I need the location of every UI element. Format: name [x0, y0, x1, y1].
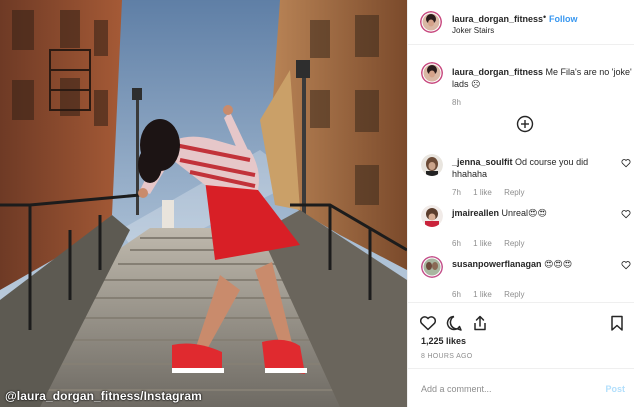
- comment-username[interactable]: _jenna_soulfit: [452, 157, 513, 167]
- author-username[interactable]: laura_dorgan_fitness: [452, 14, 543, 24]
- comment-username[interactable]: susanpowerflanagan: [452, 259, 542, 269]
- post-comment-button[interactable]: Post: [605, 384, 625, 394]
- heart-icon[interactable]: [621, 260, 631, 270]
- plus-circle-icon: [516, 115, 534, 133]
- comment-time: 6h: [452, 239, 461, 248]
- commenter-avatar[interactable]: [421, 154, 443, 176]
- separator-dot: •: [543, 12, 547, 22]
- comment-time: 7h: [452, 188, 461, 197]
- comment-meta: 6h 1 like Reply: [452, 290, 535, 299]
- share-icon[interactable]: [471, 314, 489, 332]
- post-image: [0, 0, 407, 407]
- comment-likes[interactable]: 1 like: [473, 290, 492, 299]
- comment-text: Unreal😍😍: [501, 208, 547, 218]
- caption-time: 8h: [452, 98, 461, 107]
- like-heart-icon[interactable]: [419, 314, 437, 332]
- commenter-avatar[interactable]: [421, 256, 443, 278]
- post-timestamp: 8 HOURS AGO: [421, 353, 473, 360]
- likes-count[interactable]: 1,225 likes: [421, 336, 466, 346]
- bookmark-icon[interactable]: [608, 314, 626, 332]
- author-avatar[interactable]: [420, 11, 442, 33]
- reply-button[interactable]: Reply: [504, 239, 524, 248]
- location-link[interactable]: Joker Stairs: [452, 26, 494, 35]
- reply-button[interactable]: Reply: [504, 290, 524, 299]
- caption-username[interactable]: laura_dorgan_fitness: [452, 67, 543, 77]
- caption-text-line: laura_dorgan_fitness Me Fila's are no 'j…: [452, 66, 632, 90]
- comment-line: jmaireallen Unreal😍😍: [452, 207, 612, 219]
- comment-line: _jenna_soulfit Od course you did hhahaha: [452, 156, 612, 180]
- commenter-avatar[interactable]: [421, 205, 443, 227]
- heart-icon[interactable]: [621, 158, 631, 168]
- comment-username[interactable]: jmaireallen: [452, 208, 499, 218]
- comment-time: 6h: [452, 290, 461, 299]
- add-comment-input[interactable]: Add a comment...: [421, 384, 492, 394]
- comment-item: susanpowerflanagan 😍😍😍 6h 1 like Reply: [421, 256, 631, 299]
- follow-button[interactable]: Follow: [549, 14, 578, 24]
- comment-meta: 6h 1 like Reply: [452, 239, 535, 248]
- comment-meta: 7h 1 like Reply: [452, 188, 535, 197]
- post-header: laura_dorgan_fitness • Follow Joker Stai…: [408, 0, 634, 45]
- load-more-comments-button[interactable]: [516, 115, 534, 133]
- caption-avatar[interactable]: [421, 62, 443, 84]
- comment-item: jmaireallen Unreal😍😍 6h 1 like Reply: [421, 205, 631, 248]
- comment-icon[interactable]: [445, 314, 463, 332]
- post-photo[interactable]: @laura_dorgan_fitness/Instagram: [0, 0, 407, 407]
- reply-button[interactable]: Reply: [504, 188, 524, 197]
- comment-likes[interactable]: 1 like: [473, 239, 492, 248]
- comment-text: 😍😍😍: [544, 259, 573, 269]
- post-sidebar: laura_dorgan_fitness • Follow Joker Stai…: [407, 0, 634, 407]
- comment-line: susanpowerflanagan 😍😍😍: [452, 258, 612, 270]
- comment-likes[interactable]: 1 like: [473, 188, 492, 197]
- photo-watermark: @laura_dorgan_fitness/Instagram: [5, 389, 202, 403]
- add-comment-bar: Add a comment... Post: [408, 368, 634, 408]
- heart-icon[interactable]: [621, 209, 631, 219]
- comment-item: _jenna_soulfit Od course you did hhahaha…: [421, 154, 631, 197]
